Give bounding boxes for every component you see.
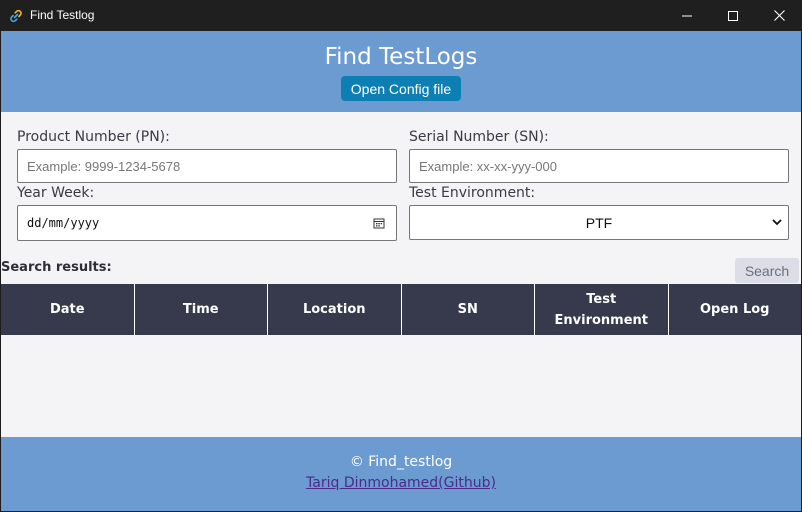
close-icon: [773, 10, 785, 21]
results-table-header: Date Time Location SN Test Environment O…: [1, 284, 801, 335]
sn-label: Serial Number (SN):: [409, 129, 549, 145]
column-header-test-environment: Test Environment: [535, 284, 669, 335]
github-link[interactable]: Tariq Dinmohamed(Github): [1, 475, 801, 491]
window-titlebar: Find Testlog: [0, 0, 802, 31]
year-week-value: dd/mm/yyyy: [27, 216, 100, 230]
column-header-sn: SN: [402, 284, 535, 335]
year-week-input[interactable]: dd/mm/yyyy: [17, 205, 397, 241]
app-content: Find TestLogs Open Config file Product N…: [1, 31, 801, 511]
copyright-text: © Find_testlog: [349, 454, 453, 470]
test-env-value: PTF: [585, 214, 613, 231]
year-week-label: Year Week:: [17, 185, 95, 201]
column-header-date: Date: [1, 284, 135, 335]
sn-input[interactable]: Example: xx-xx-yyy-000: [409, 149, 789, 183]
pn-label: Product Number (PN):: [17, 129, 170, 145]
page-header: Find TestLogs Open Config file: [1, 31, 801, 112]
page-footer: © Find_testlog Tariq Dinmohamed(Github): [1, 437, 801, 511]
window-title: Find Testlog: [30, 8, 95, 22]
test-env-select[interactable]: PTF: [409, 205, 789, 240]
maximize-button[interactable]: [710, 0, 756, 31]
column-header-location: Location: [268, 284, 402, 335]
pn-input[interactable]: Example: 9999-1234-5678: [17, 149, 397, 183]
app-link-icon: [9, 8, 23, 23]
maximize-icon: [728, 10, 738, 21]
chevron-down-icon: [771, 215, 783, 231]
minimize-icon: [682, 15, 692, 16]
minimize-button[interactable]: [664, 0, 710, 31]
page-title: Find TestLogs: [324, 44, 478, 70]
test-env-label: Test Environment:: [409, 185, 536, 201]
close-button[interactable]: [756, 0, 802, 31]
open-config-button[interactable]: Open Config file: [341, 76, 461, 101]
calendar-icon[interactable]: [373, 217, 385, 232]
search-button[interactable]: Search: [735, 258, 799, 283]
column-header-open-log: Open Log: [700, 302, 770, 317]
search-results-label: Search results:: [1, 260, 112, 275]
column-header-time: Time: [135, 284, 268, 335]
